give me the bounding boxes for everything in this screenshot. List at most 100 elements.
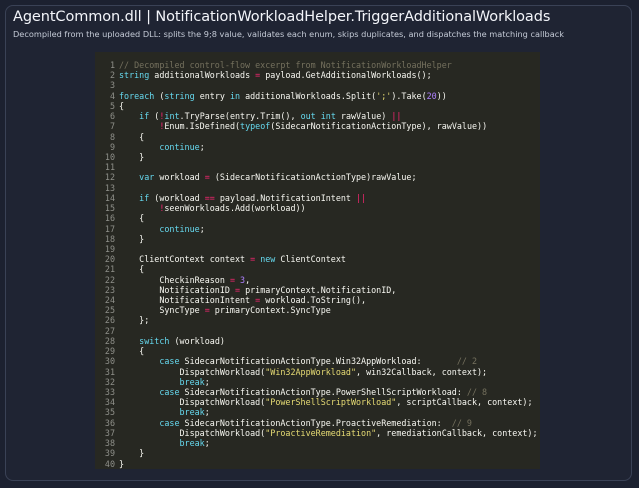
code-text: NotificationIntent = workload.ToString()… xyxy=(119,295,366,305)
code-token: { xyxy=(119,131,145,142)
line-number: 7 xyxy=(109,121,115,132)
line-number: 31 xyxy=(104,366,115,377)
line-number: 12 xyxy=(104,172,115,183)
code-token: ClientContext xyxy=(275,254,346,265)
code-token: ).Take( xyxy=(391,90,427,101)
code-token: DispatchWorkload( xyxy=(119,366,266,377)
code-token: // Decompiled control-flow excerpt from … xyxy=(119,60,452,70)
code-token: "Win32AppWorkload" xyxy=(265,366,356,377)
code-token: } xyxy=(119,233,145,244)
code-token: int xyxy=(164,111,180,122)
code-line: 36 case SidecarNotificationActionType.Pr… xyxy=(95,418,540,428)
line-number: 14 xyxy=(104,192,115,203)
code-token: SidecarNotificationActionType.ProactiveR… xyxy=(179,417,452,428)
code-token: foreach xyxy=(119,90,155,101)
code-text: } xyxy=(119,459,124,469)
code-token: "ProactiveRemediation" xyxy=(265,427,377,438)
code-line: 5{ xyxy=(95,101,540,111)
code-line: 2 string additionalWorkloads = payload.Ge… xyxy=(95,70,540,80)
code-text: } xyxy=(119,152,144,162)
code-token: "PowerShellScriptWorkload" xyxy=(265,397,397,408)
code-viewer[interactable]: 1 // Decompiled control-flow excerpt from… xyxy=(95,52,540,469)
code-token: } xyxy=(119,151,145,162)
code-text: ClientContext context = new ClientContex… xyxy=(119,254,346,264)
line-number: 2 xyxy=(109,70,115,81)
code-token: if xyxy=(139,192,150,203)
code-text: DispatchWorkload("Win32AppWorkload", win… xyxy=(119,366,488,377)
code-token: { xyxy=(119,346,145,357)
line-number: 9 xyxy=(109,141,115,152)
line-number: 27 xyxy=(104,325,115,336)
page-subtitle: Decompiled from the uploaded DLL: splits… xyxy=(13,29,564,39)
line-number: 35 xyxy=(104,407,115,418)
code-token: Enum.IsDefined( xyxy=(164,121,241,132)
code-token: || xyxy=(356,192,367,203)
code-token: (SidecarNotificationActionType)rawValue; xyxy=(209,172,417,183)
line-number: 16 xyxy=(104,213,115,224)
code-token: ( xyxy=(154,90,165,101)
line-number: 17 xyxy=(104,223,115,234)
code-token: ; xyxy=(204,407,210,418)
code-token: case xyxy=(159,417,180,428)
code-token: if xyxy=(139,111,150,122)
code-token: continue xyxy=(159,223,200,234)
line-number: 5 xyxy=(109,100,115,111)
code-token: DispatchWorkload( xyxy=(119,397,266,408)
code-token: typeof xyxy=(240,121,271,132)
code-text: !seenWorkloads.Add(workload)) xyxy=(119,203,306,214)
line-number: 32 xyxy=(104,376,115,387)
code-text: DispatchWorkload("PowerShellScriptWorklo… xyxy=(119,397,533,408)
code-token: case xyxy=(159,356,180,367)
code-token: case xyxy=(159,387,180,397)
line-number: 28 xyxy=(104,335,115,346)
code-line: 40} xyxy=(95,459,540,469)
code-line: 21 { xyxy=(95,264,540,274)
code-token: in xyxy=(229,90,241,101)
code-token: new xyxy=(260,254,276,265)
code-token: break xyxy=(179,438,205,449)
line-number: 40 xyxy=(104,458,115,469)
code-token: , xyxy=(245,274,251,285)
code-text: } xyxy=(119,234,144,244)
code-line: 23 NotificationID = primaryContext.Notif… xyxy=(95,285,540,295)
code-line: 14 if (workload == payload.NotificationI… xyxy=(95,193,540,203)
code-token: rawValue) xyxy=(335,111,392,122)
code-line: 6 if (!int.TryParse(entry.Trim(), out in… xyxy=(95,111,540,121)
code-token: entry xyxy=(194,90,230,101)
line-number: 21 xyxy=(104,264,115,275)
code-text: if (!int.TryParse(entry.Trim(), out int … xyxy=(119,111,401,121)
code-token: seenWorkloads.Add(workload)) xyxy=(164,203,306,214)
code-token: )) xyxy=(436,90,447,101)
code-line: 27 xyxy=(95,326,540,336)
code-line: 35 break; xyxy=(95,407,540,417)
code-text: SyncType = primaryContext.SyncType xyxy=(119,305,330,315)
code-text: var workload = (SidecarNotificationActio… xyxy=(119,172,417,183)
code-line: 24 NotificationIntent = workload.ToStrin… xyxy=(95,295,540,305)
code-token: } xyxy=(119,458,125,469)
code-text: } xyxy=(119,448,144,458)
line-number: 20 xyxy=(104,254,115,265)
code-token: ; xyxy=(199,141,205,152)
code-text: DispatchWorkload("ProactiveRemediation",… xyxy=(119,428,538,438)
code-token: switch xyxy=(139,335,170,346)
code-text: NotificationID = primaryContext.Notifica… xyxy=(119,285,396,295)
code-token: // 9 xyxy=(451,417,472,428)
line-number: 11 xyxy=(104,162,115,173)
code-text: foreach (string entry in additionalWorkl… xyxy=(119,91,447,101)
code-token: DispatchWorkload( xyxy=(119,427,266,438)
code-token: { xyxy=(119,264,145,275)
code-token: (workload) xyxy=(169,335,225,346)
code-token: string xyxy=(119,70,150,81)
code-text: if (workload == payload.NotificationInte… xyxy=(119,193,366,203)
code-token: } xyxy=(119,448,145,459)
code-token: ';' xyxy=(376,90,392,101)
code-line: 39 } xyxy=(95,448,540,458)
code-text: case SidecarNotificationActionType.Proac… xyxy=(119,418,472,428)
